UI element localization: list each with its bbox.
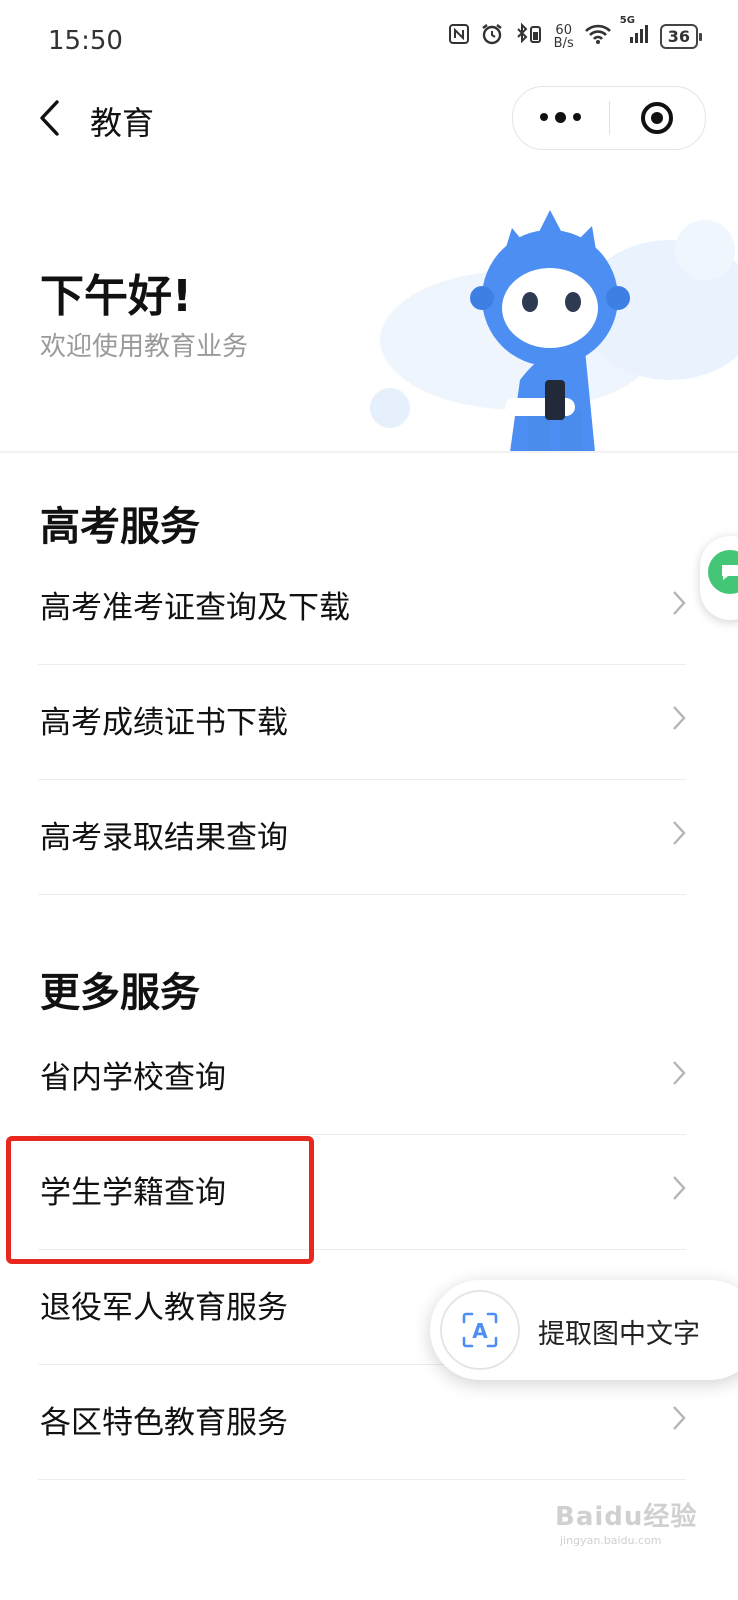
- list-item-label: 高考成绩证书下载: [40, 705, 288, 741]
- more-button[interactable]: [513, 87, 609, 149]
- signal-icon: 5G: [620, 15, 650, 50]
- hero-divider: [0, 451, 738, 453]
- target-circle-icon: [641, 102, 674, 134]
- baidu-watermark: Baidu经验: [555, 1502, 698, 1532]
- back-button[interactable]: [28, 96, 72, 140]
- bluetooth-battery-icon: [514, 22, 544, 51]
- chevron-right-icon: [673, 1061, 686, 1085]
- list-item-label: 退役军人教育服务: [40, 1290, 288, 1326]
- robot-mascot-illustration: [370, 210, 738, 452]
- alarm-icon: [480, 22, 504, 51]
- list-item-district-education[interactable]: 各区特色教育服务: [38, 1365, 686, 1480]
- status-bar: 15:50 60 B/s 5G 36: [0, 0, 738, 80]
- section-title-gaokao: 高考服务: [40, 504, 200, 550]
- hero-banner: 下午好! 欢迎使用教育业务: [0, 160, 738, 452]
- list-item-label: 高考录取结果查询: [40, 820, 288, 856]
- extract-text-label: 提取图中文字: [538, 1319, 700, 1350]
- section-title-more: 更多服务: [40, 970, 200, 1016]
- chevron-right-icon: [673, 1406, 686, 1430]
- chevron-right-icon: [673, 591, 686, 615]
- extract-text-button[interactable]: A 提取图中文字: [430, 1280, 738, 1380]
- list-item-score-certificate[interactable]: 高考成绩证书下载: [38, 665, 686, 780]
- list-item-label: 学生学籍查询: [40, 1175, 226, 1211]
- list-item-label: 各区特色教育服务: [40, 1405, 288, 1441]
- mini-program-capsule: [512, 86, 706, 150]
- baidu-watermark-url: jingyan.baidu.com: [560, 1534, 662, 1547]
- status-icons: 60 B/s 5G 36: [448, 15, 703, 51]
- chevron-right-icon: [673, 821, 686, 845]
- close-mini-program-button[interactable]: [610, 87, 706, 149]
- list-item-admission-result[interactable]: 高考录取结果查询: [38, 780, 686, 895]
- chevron-left-icon: [40, 100, 59, 136]
- list-item-label: 省内学校查询: [40, 1060, 226, 1096]
- chat-bubble-icon: [708, 550, 738, 594]
- greeting-text: 下午好!: [40, 271, 193, 322]
- net-speed: 60 B/s: [554, 24, 574, 50]
- battery-indicator: 36: [659, 24, 703, 49]
- net-speed-value: 60: [555, 22, 572, 38]
- scan-text-icon: A: [440, 1290, 520, 1370]
- list-item-label: 高考准考证查询及下载: [40, 590, 350, 626]
- wifi-icon: [584, 23, 612, 50]
- status-time: 15:50: [48, 26, 123, 56]
- list-item-school-query[interactable]: 省内学校查询: [38, 1020, 686, 1135]
- page-title: 教育: [90, 104, 155, 142]
- net-speed-unit: B/s: [553, 35, 574, 51]
- list-item-student-status-query[interactable]: 学生学籍查询: [38, 1135, 686, 1250]
- more-dots-icon: [540, 112, 582, 123]
- nav-bar: 教育: [0, 84, 738, 154]
- network-type: 5G: [619, 15, 635, 26]
- nfc-icon: [448, 23, 470, 50]
- scan-text-icon-letter: A: [472, 1319, 488, 1343]
- chevron-right-icon: [673, 706, 686, 730]
- floating-chat-button[interactable]: [700, 536, 738, 620]
- welcome-subtitle: 欢迎使用教育业务: [40, 332, 249, 362]
- chevron-right-icon: [673, 1176, 686, 1200]
- list-item-admission-ticket[interactable]: 高考准考证查询及下载: [38, 550, 686, 665]
